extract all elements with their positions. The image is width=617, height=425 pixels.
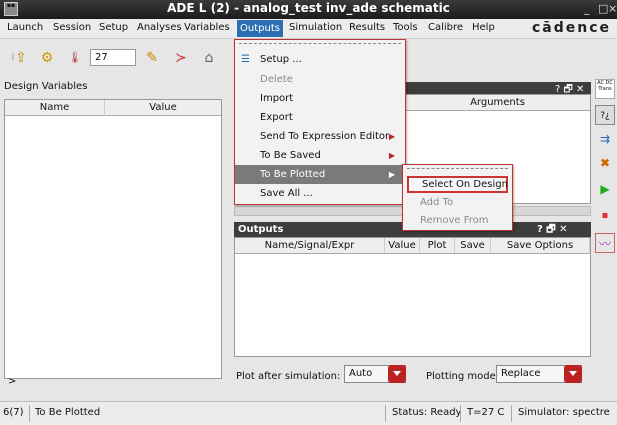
menu-item-label: Remove From <box>420 215 489 226</box>
menu-item-label: Save All ... <box>260 188 313 199</box>
right-toolbar: AC DC Trans ?¿ ⇉ ✖ ▶ ⏹ 〰 <box>593 79 617 391</box>
setup-icon: ☰ <box>241 54 250 65</box>
column-save-options[interactable]: Save Options <box>491 238 590 254</box>
chevron-down-icon[interactable] <box>388 365 406 383</box>
status-ready: Status: Ready <box>392 407 462 418</box>
close-button[interactable]: × <box>608 2 617 15</box>
menu-bar: Launch Session Setup Analyses Variables … <box>0 19 617 39</box>
menu-item-label: Add To <box>420 197 454 208</box>
menu-item-select-on-design[interactable]: Select On Design <box>407 176 508 193</box>
stop-icon[interactable]: ⏹ <box>595 205 615 225</box>
plotting-mode-label: Plotting mode: <box>426 371 500 382</box>
menu-session[interactable]: Session <box>53 22 91 33</box>
divider <box>460 405 461 422</box>
menu-item-label: Send To Expression Editor <box>260 131 390 142</box>
menu-item-label: Select On Design <box>422 179 508 190</box>
column-signal[interactable]: Name/Signal/Expr <box>235 238 385 254</box>
maximize-button[interactable]: □ <box>598 2 608 15</box>
design-variables-panel: Design Variables Name Value > <box>0 79 227 391</box>
minimize-button[interactable]: _ <box>584 2 590 15</box>
menu-item-remove-from[interactable]: Remove From <box>407 212 508 229</box>
column-name[interactable]: Name <box>5 100 105 116</box>
status-bar: 6(7) To Be Plotted Status: Ready T=27 C … <box>0 401 617 425</box>
menu-item-label: To Be Saved <box>260 150 321 161</box>
cadence-logo: cādence <box>531 20 611 36</box>
menu-item-label: Import <box>260 93 294 104</box>
chevron-down-icon[interactable] <box>564 365 582 383</box>
lock-icon[interactable]: ⌂ <box>200 49 218 67</box>
design-variables-header: Design Variables <box>4 81 88 92</box>
menu-calibre[interactable]: Calibre <box>428 22 463 33</box>
menu-tools[interactable]: Tools <box>393 22 418 33</box>
menu-item-label: Export <box>260 112 293 123</box>
plot-after-value: Auto <box>349 368 373 379</box>
menu-outputs[interactable]: Outputs <box>237 20 283 37</box>
run-icon[interactable]: ▶ <box>595 179 615 199</box>
title-bar: ▪▪ ADE L (2) - analog_test inv_ade schem… <box>0 0 617 19</box>
menu-launch[interactable]: Launch <box>7 22 43 33</box>
analysis-type-icon[interactable]: AC DC Trans <box>595 79 615 99</box>
netlist-icon[interactable]: ⇉ <box>595 129 615 149</box>
plotting-mode-select[interactable]: Replace <box>496 365 582 383</box>
menu-item-import[interactable]: Import <box>235 89 405 108</box>
window-title: ADE L (2) - analog_test inv_ade schemati… <box>167 1 450 15</box>
status-index: 6(7) <box>3 407 24 418</box>
menu-item-setup[interactable]: ☰ Setup ... <box>235 50 405 69</box>
menu-item-label: Delete <box>260 74 293 85</box>
outputs-header: Outputs <box>238 224 284 235</box>
panel-expander[interactable]: > <box>8 376 16 387</box>
column-value[interactable]: Value <box>385 238 420 254</box>
menu-item-export[interactable]: Export <box>235 108 405 127</box>
plotting-mode-value: Replace <box>501 368 541 379</box>
delete-icon[interactable]: ✖ <box>595 153 615 173</box>
menu-item-add-to[interactable]: Add To <box>407 194 508 211</box>
submenu-arrow-icon: ▶ <box>388 151 395 160</box>
outputs-panel-buttons[interactable]: ? 🗗 ✕ <box>537 222 568 237</box>
menu-variables[interactable]: Variables <box>184 22 230 33</box>
tearoff-line[interactable] <box>239 43 401 44</box>
divider <box>29 405 30 422</box>
save-state-icon[interactable]: ⚙ <box>38 49 56 67</box>
status-simulator: Simulator: spectre <box>518 407 610 418</box>
menu-item-label: Setup ... <box>260 54 302 65</box>
temperature-icon: 🌡 <box>68 51 82 64</box>
column-save[interactable]: Save <box>455 238 491 254</box>
plot-after-label: Plot after simulation: <box>236 371 341 382</box>
status-temperature: T=27 C <box>467 407 505 418</box>
outputs-table[interactable]: Name/Signal/Expr Value Plot Save Save Op… <box>234 237 591 357</box>
menu-item-to-be-saved[interactable]: To Be Saved ▶ <box>235 146 405 165</box>
menu-item-to-be-plotted[interactable]: To Be Plotted ▶ <box>235 165 405 184</box>
column-plot[interactable]: Plot <box>420 238 455 254</box>
divider <box>511 405 512 422</box>
variables-icon[interactable]: ?¿ <box>595 105 615 125</box>
temperature-input[interactable]: 27 <box>90 49 136 66</box>
submenu-arrow-icon: ▶ <box>388 170 395 179</box>
menu-item-delete[interactable]: Delete <box>235 70 405 89</box>
plot-after-select[interactable]: Auto <box>344 365 406 383</box>
plot-settings: Plot after simulation: Auto Plotting mod… <box>234 363 591 389</box>
status-message: To Be Plotted <box>35 407 101 418</box>
menu-item-save-all[interactable]: Save All ... <box>235 184 405 203</box>
column-arguments[interactable]: Arguments <box>405 95 590 111</box>
setup-model-icon[interactable]: ≻ <box>172 49 190 67</box>
menu-setup[interactable]: Setup <box>99 22 128 33</box>
menu-item-label: To Be Plotted <box>260 169 326 180</box>
menu-results[interactable]: Results <box>349 22 385 33</box>
menu-help[interactable]: Help <box>472 22 495 33</box>
divider <box>385 405 386 422</box>
tearoff-line[interactable] <box>407 168 508 169</box>
design-variables-table[interactable]: Name Value <box>4 99 222 379</box>
to-be-plotted-submenu: Select On Design Add To Remove From <box>402 164 513 231</box>
load-state-icon[interactable]: ⇪ <box>12 49 30 67</box>
menu-simulation[interactable]: Simulation <box>289 22 342 33</box>
edit-variables-icon[interactable]: ✎ <box>143 49 161 67</box>
menu-analyses[interactable]: Analyses <box>137 22 182 33</box>
column-value[interactable]: Value <box>105 100 221 116</box>
plot-waveform-icon[interactable]: 〰 <box>595 233 615 253</box>
menu-item-send-to-expression-editor[interactable]: Send To Expression Editor ▶ <box>235 127 405 146</box>
submenu-arrow-icon: ▶ <box>388 132 395 141</box>
outputs-menu: ☰ Setup ... Delete Import Export Send To… <box>234 39 406 205</box>
